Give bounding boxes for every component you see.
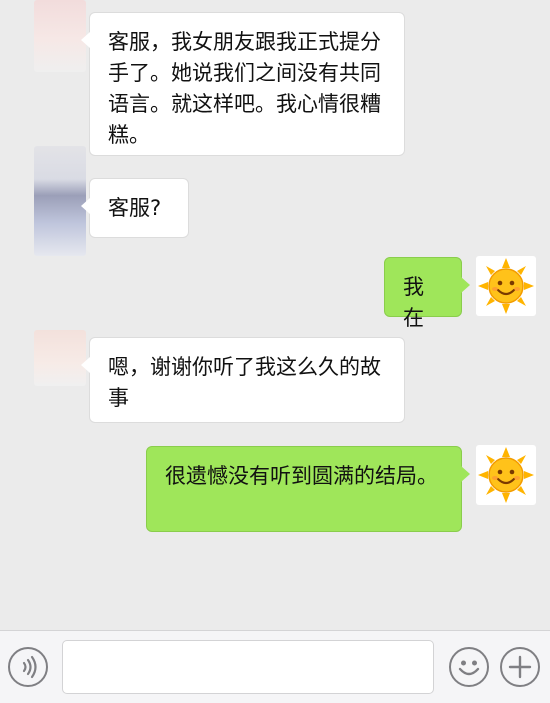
message-text: 客服? [108, 196, 162, 220]
user-avatar[interactable] [476, 256, 536, 316]
message-bubble-outgoing[interactable]: 我在 [384, 257, 470, 330]
emoji-smile-icon [458, 660, 480, 676]
message-bubble-incoming[interactable]: 嗯，谢谢你听了我这么久的故事 [81, 337, 405, 423]
message-bubble-incoming[interactable]: 客服，我女朋友跟我正式提分手了。她说我们之间没有共同语言。就这样吧。我心情很糟糕… [81, 12, 405, 156]
voice-button[interactable] [8, 647, 48, 687]
message-text: 嗯，谢谢你听了我这么久的故事 [108, 355, 381, 410]
add-button[interactable] [500, 647, 540, 687]
input-bar [0, 630, 550, 703]
message-text: 客服，我女朋友跟我正式提分手了。她说我们之间没有共同语言。就这样吧。我心情很糟糕… [108, 30, 381, 147]
emoji-button[interactable] [449, 647, 489, 687]
contact-avatar[interactable] [34, 330, 86, 386]
voice-icon [22, 655, 37, 679]
user-avatar[interactable] [476, 445, 536, 505]
sun-icon [478, 447, 534, 503]
plus-icon [508, 655, 532, 679]
message-input[interactable] [62, 640, 434, 694]
message-bubble-incoming[interactable]: 客服? [81, 178, 189, 238]
contact-avatar[interactable] [34, 0, 86, 72]
contact-avatar[interactable] [34, 146, 86, 256]
message-text: 我在 [403, 275, 424, 330]
message-text: 很遗憾没有听到圆满的结局。 [165, 464, 438, 488]
message-bubble-outgoing[interactable]: 很遗憾没有听到圆满的结局。 [146, 446, 470, 532]
chat-area: 客服，我女朋友跟我正式提分手了。她说我们之间没有共同语言。就这样吧。我心情很糟糕… [0, 0, 550, 630]
sun-icon [478, 258, 534, 314]
